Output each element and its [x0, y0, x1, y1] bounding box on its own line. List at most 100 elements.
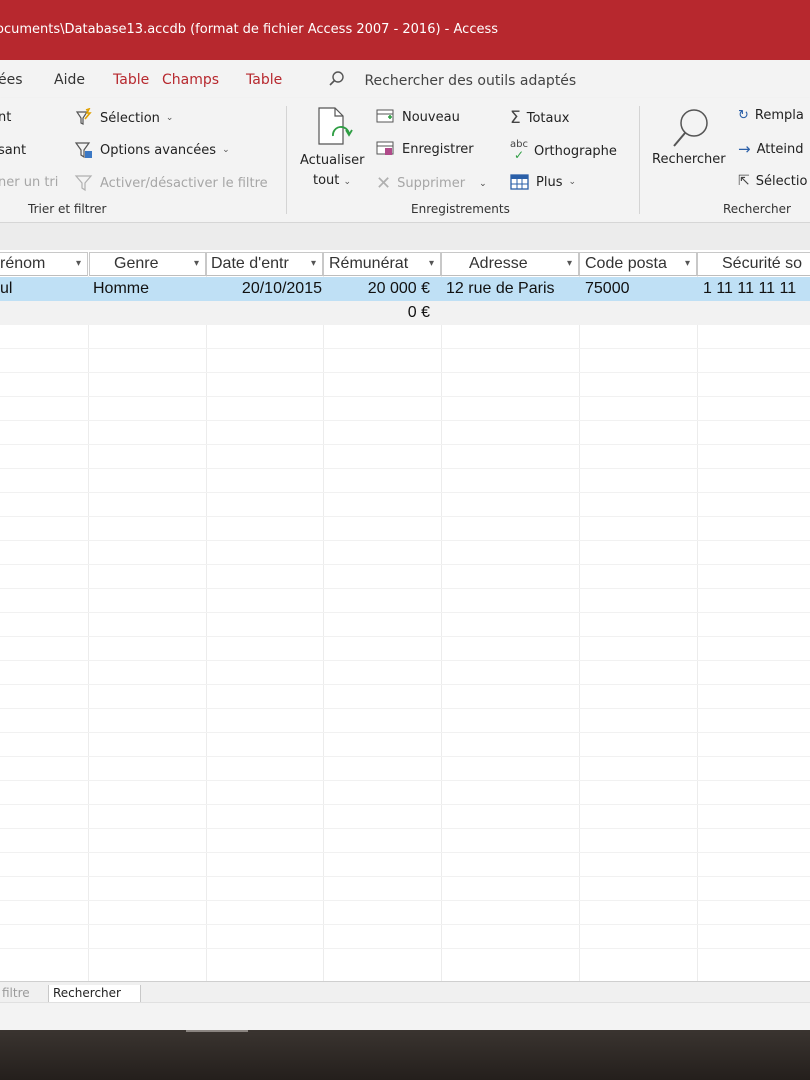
- clear-sort-label: ner un tri: [0, 175, 59, 190]
- tab-table-context[interactable]: Table: [113, 72, 149, 88]
- delete-record-button[interactable]: ✕ Supprimer ⌄: [376, 173, 487, 194]
- select-button[interactable]: ⇱ Sélectio: [738, 173, 807, 189]
- tell-me-search[interactable]: Rechercher des outils adaptés: [328, 70, 576, 90]
- cell-remuneration-default[interactable]: 0 €: [323, 301, 441, 325]
- tab-rechercher[interactable]: Rechercher: [48, 985, 141, 1003]
- advanced-filter-icon: [74, 142, 92, 159]
- cursor-icon: ⇱: [738, 173, 750, 189]
- column-header-label: Adresse: [469, 255, 528, 272]
- sort-descending-label: sant: [0, 143, 27, 158]
- totals-button[interactable]: Σ Totaux: [510, 108, 569, 128]
- grid-line: [0, 372, 810, 373]
- chevron-down-icon: ⌄: [479, 178, 487, 189]
- find-button[interactable]: Rechercher: [650, 106, 732, 176]
- window-title: ocuments\Database13.accdb (format de fic…: [0, 22, 499, 37]
- tab-table[interactable]: Table: [246, 72, 282, 88]
- group-label-find: Rechercher: [723, 202, 791, 216]
- refresh-all-button[interactable]: Actualiser tout ⌄: [298, 106, 368, 196]
- column-header-remuneration[interactable]: Rémunérat ▾: [323, 252, 441, 276]
- chevron-down-icon: ⌄: [165, 113, 174, 123]
- column-header-prenom[interactable]: rénom ▾: [0, 252, 88, 276]
- grid-line: [0, 612, 810, 613]
- sort-descending-button[interactable]: sant: [0, 143, 26, 158]
- cell-code-postal[interactable]: 75000: [585, 277, 697, 301]
- tab-donnees[interactable]: ées: [0, 72, 23, 88]
- cell-adresse[interactable]: 12 rue de Paris: [446, 277, 579, 301]
- column-header-label: rénom: [0, 255, 46, 272]
- grid-line: [0, 420, 810, 421]
- new-record-button[interactable]: Nouveau: [376, 108, 460, 126]
- sigma-icon: Σ: [510, 108, 521, 128]
- new-record-label: Nouveau: [402, 109, 460, 125]
- dropdown-arrow-icon[interactable]: ▾: [311, 258, 316, 269]
- cell-date-entree[interactable]: 20/10/2015: [206, 277, 323, 301]
- magnifier-icon: [673, 109, 708, 147]
- grid-line: [0, 900, 810, 901]
- grid-line: [0, 492, 810, 493]
- tab-filtre[interactable]: filtre: [0, 985, 34, 1003]
- arrow-right-icon: →: [738, 140, 751, 158]
- ribbon: nt sant ner un tri Sélection ⌄ Options av…: [0, 98, 810, 223]
- replace-icon: ↻: [738, 108, 749, 123]
- table-row[interactable]: ul Homme 20/10/2015 20 000 € 12 rue de P…: [0, 277, 810, 301]
- column-header-genre[interactable]: Genre ▾: [89, 252, 206, 276]
- column-header-securite-sociale[interactable]: Sécurité so: [697, 252, 810, 276]
- advanced-options-button[interactable]: Options avancées ⌄: [74, 140, 230, 160]
- new-record-row[interactable]: 0 €: [0, 301, 810, 325]
- refresh-label-2: tout ⌄: [313, 173, 351, 188]
- replace-button[interactable]: ↻ Rempla: [738, 108, 804, 123]
- column-header-adresse[interactable]: Adresse ▾: [441, 252, 579, 276]
- more-button[interactable]: Plus ⌄: [510, 173, 576, 191]
- tab-champs[interactable]: Champs: [162, 72, 219, 88]
- table-grid-icon: [510, 174, 529, 190]
- datasheet: rénom ▾ Genre ▾ Date d'entr ▾ Rémunérat ▾ Ad…: [0, 250, 810, 981]
- column-header-label: Rémunérat: [329, 255, 409, 272]
- selection-filter-icon: [75, 108, 92, 125]
- cell-remuneration[interactable]: 20 000 €: [323, 277, 441, 301]
- column-header-label: Sécurité so: [722, 255, 803, 272]
- find-label: Rechercher: [652, 152, 726, 167]
- spelling-label: Orthographe: [533, 143, 617, 159]
- tab-aide[interactable]: Aide: [54, 72, 85, 88]
- column-header-code-postal[interactable]: Code posta ▾: [579, 252, 697, 276]
- cell-securite-sociale[interactable]: 1 11 11 11 11: [703, 277, 810, 301]
- cell-genre[interactable]: Homme: [93, 277, 206, 301]
- grid-line: [0, 804, 810, 805]
- grid-line: [0, 348, 810, 349]
- cell-prenom[interactable]: ul: [0, 277, 88, 301]
- grid-line: [0, 852, 810, 853]
- toggle-filter-label: Activer/désactiver le filtre: [100, 175, 268, 191]
- grid-line: [0, 660, 810, 661]
- grid-line: [0, 444, 810, 445]
- spelling-button[interactable]: abc ✓ Orthographe: [510, 140, 617, 162]
- dropdown-arrow-icon[interactable]: ▾: [194, 258, 199, 269]
- refresh-label-2-text: tout: [313, 173, 340, 188]
- advanced-options-label: Options avancées: [100, 142, 217, 158]
- grid-line: [0, 732, 810, 733]
- dropdown-arrow-icon[interactable]: ▾: [76, 258, 81, 269]
- grid-line: [0, 516, 810, 517]
- group-separator: [286, 106, 287, 214]
- status-bar: [0, 1002, 810, 1031]
- dropdown-arrow-icon[interactable]: ▾: [567, 258, 572, 269]
- workspace-gap: [0, 223, 810, 250]
- delete-icon: ✕: [376, 173, 392, 194]
- column-header-date-entree[interactable]: Date d'entr ▾: [206, 252, 323, 276]
- clear-sort-button[interactable]: ner un tri: [0, 175, 58, 190]
- chevron-down-icon: ⌄: [222, 145, 230, 155]
- sort-ascending-button[interactable]: nt: [0, 110, 11, 125]
- selection-filter-button[interactable]: Sélection ⌄: [74, 108, 173, 128]
- goto-button[interactable]: → Atteind: [738, 140, 804, 158]
- grid-line: [0, 468, 810, 469]
- dropdown-arrow-icon[interactable]: ▾: [685, 258, 690, 269]
- dropdown-arrow-icon[interactable]: ▾: [429, 258, 434, 269]
- taskbar-indicator: [186, 1030, 248, 1032]
- save-record-button[interactable]: Enregistrer: [376, 140, 474, 158]
- refresh-icon: [318, 107, 353, 145]
- save-record-label: Enregistrer: [402, 141, 474, 157]
- taskbar: [0, 1030, 810, 1080]
- toggle-filter-button[interactable]: Activer/désactiver le filtre: [74, 173, 268, 193]
- refresh-label-1: Actualiser: [300, 153, 365, 168]
- grid-line: [0, 708, 810, 709]
- grid-line: [0, 780, 810, 781]
